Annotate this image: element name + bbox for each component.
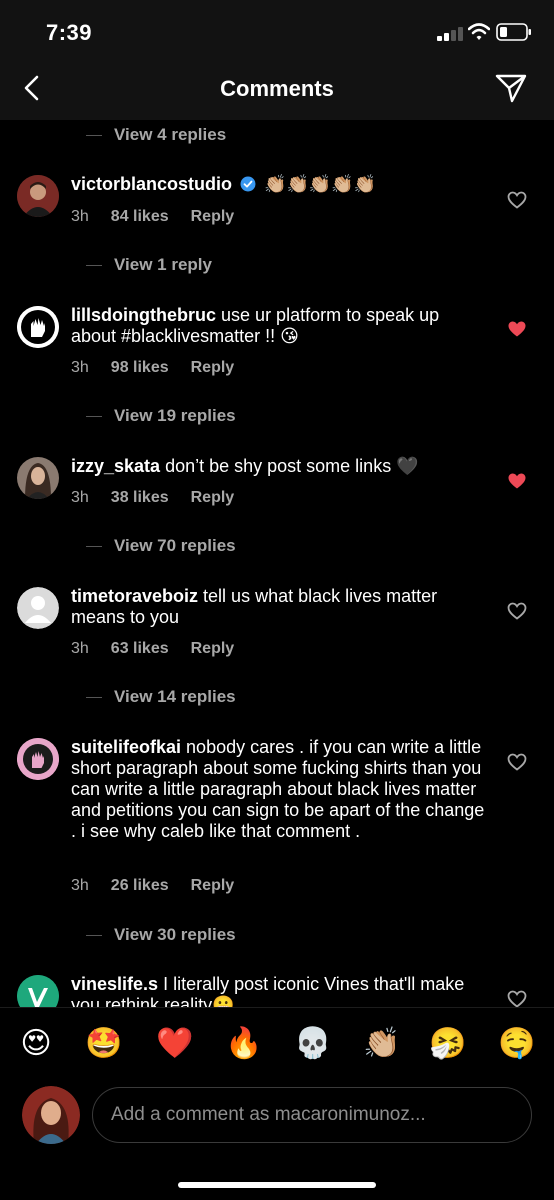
comment-username[interactable]: izzy_skata [71, 456, 160, 476]
comment-composer [0, 1081, 554, 1200]
comments-list: View 4 replies victorblancostudio 👏🏼👏🏼👏🏼… [0, 120, 554, 1007]
cellular-signal-icon [437, 27, 463, 41]
view-replies-button[interactable]: View 14 replies [86, 685, 236, 709]
avatar[interactable] [17, 975, 59, 1007]
comment-likes[interactable]: 38 likes [111, 489, 169, 507]
avatar[interactable] [17, 457, 59, 499]
comment-text: vineslife.s I literally post iconic Vine… [71, 974, 486, 1007]
comment-input[interactable] [92, 1087, 532, 1143]
emoji-drooling-button[interactable]: 🤤 [498, 1026, 535, 1062]
reply-button[interactable]: Reply [191, 359, 235, 377]
reply-button[interactable]: Reply [191, 640, 235, 658]
battery-icon [496, 23, 531, 41]
reply-button[interactable]: Reply [191, 877, 235, 895]
view-replies-label: View 30 replies [114, 925, 236, 944]
avatar[interactable] [17, 306, 59, 348]
send-direct-icon[interactable] [494, 72, 528, 104]
avatar[interactable] [17, 738, 59, 780]
comment-meta: 3h 26 likes Reply [71, 877, 234, 895]
avatar[interactable] [17, 587, 59, 629]
home-indicator [178, 1182, 376, 1188]
comment-age: 3h [71, 489, 89, 506]
view-replies-label: View 14 replies [114, 687, 236, 706]
heart-outline-icon[interactable] [507, 990, 527, 1007]
view-replies-label: View 4 replies [114, 125, 227, 144]
emoji-quick-bar: 😍 🤩 ❤️ 🔥 💀 👏🏼 🤧 🤤 [0, 1007, 554, 1081]
comment-meta: 3h 98 likes Reply [71, 359, 234, 377]
replies-divider [86, 545, 102, 547]
comment-age: 3h [71, 640, 89, 657]
comment-username[interactable]: lillsdoingthebruc [71, 305, 216, 325]
heart-outline-icon[interactable] [507, 191, 527, 209]
wifi-icon [468, 23, 490, 40]
status-bar: 7:39 [0, 0, 554, 64]
heart-outline-icon[interactable] [507, 602, 527, 620]
view-replies-label: View 19 replies [114, 406, 236, 425]
comment-username[interactable]: suitelifeofkai [71, 737, 181, 757]
emoji-fire-button[interactable]: 🔥 [225, 1026, 262, 1062]
comment-age: 3h [71, 877, 89, 894]
replies-divider [86, 264, 102, 266]
comment-body: 👏🏼👏🏼👏🏼👏🏼👏🏼 [264, 174, 377, 194]
page-title: Comments [220, 76, 334, 101]
replies-divider [86, 934, 102, 936]
comment-meta: 3h 84 likes Reply [71, 208, 234, 226]
view-replies-button[interactable]: View 4 replies [86, 123, 226, 147]
comment-text: lillsdoingthebruc use ur platform to spe… [71, 305, 486, 347]
current-user-avatar [22, 1086, 80, 1144]
comment-text: izzy_skata don’t be shy post some links … [71, 456, 486, 477]
comment-likes[interactable]: 63 likes [111, 640, 169, 658]
emoji-heart-eyes-button[interactable]: 😍 [18, 1026, 54, 1062]
verified-badge-icon [240, 176, 256, 192]
nav-bar: Comments [0, 64, 554, 120]
comment-likes[interactable]: 98 likes [111, 359, 169, 377]
heart-filled-icon[interactable] [507, 472, 527, 490]
comment-username[interactable]: vineslife.s [71, 974, 158, 994]
replies-divider [86, 134, 102, 136]
status-time: 7:39 [46, 20, 93, 45]
reply-button[interactable]: Reply [191, 208, 235, 226]
emoji-skull-button[interactable]: 💀 [294, 1026, 331, 1062]
comment-meta: 3h 63 likes Reply [71, 640, 234, 658]
comment-text: victorblancostudio 👏🏼👏🏼👏🏼👏🏼👏🏼 [71, 174, 486, 195]
comment-body: don’t be shy post some links 🖤 [165, 456, 419, 476]
view-replies-label: View 1 reply [114, 255, 212, 274]
comment-username[interactable]: timetoraveboiz [71, 586, 198, 606]
replies-divider [86, 696, 102, 698]
comment-likes[interactable]: 84 likes [111, 208, 169, 226]
comment-username[interactable]: victorblancostudio [71, 174, 232, 194]
reply-button[interactable]: Reply [191, 489, 235, 507]
view-replies-button[interactable]: View 30 replies [86, 923, 236, 947]
comment-likes[interactable]: 26 likes [111, 877, 169, 895]
emoji-star-struck-button[interactable]: 🤩 [85, 1026, 122, 1062]
comment-text: suitelifeofkai nobody cares . if you can… [71, 737, 486, 842]
view-replies-button[interactable]: View 1 reply [86, 253, 212, 277]
comment-text: timetoraveboiz tell us what black lives … [71, 586, 486, 628]
heart-filled-icon[interactable] [507, 320, 527, 338]
heart-outline-icon[interactable] [507, 753, 527, 771]
emoji-clapping-button[interactable]: 👏🏼 [363, 1026, 400, 1062]
comment-meta: 3h 38 likes Reply [71, 489, 234, 507]
emoji-red-heart-button[interactable]: ❤️ [156, 1026, 193, 1062]
comment-age: 3h [71, 359, 89, 376]
avatar[interactable] [17, 175, 59, 217]
comment-age: 3h [71, 208, 89, 225]
emoji-sneezing-button[interactable]: 🤧 [429, 1026, 466, 1062]
view-replies-button[interactable]: View 70 replies [86, 534, 236, 558]
replies-divider [86, 415, 102, 417]
view-replies-label: View 70 replies [114, 536, 236, 555]
view-replies-button[interactable]: View 19 replies [86, 404, 236, 428]
